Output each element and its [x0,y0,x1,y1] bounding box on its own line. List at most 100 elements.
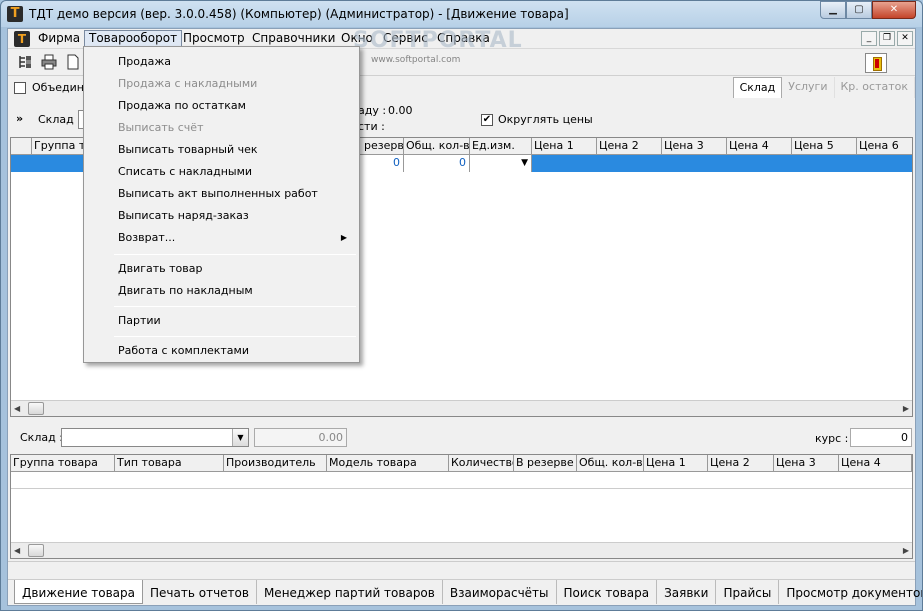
column-header[interactable]: В резерве [514,455,577,472]
tab-kr-ostatok[interactable]: Кр. остаток [835,77,915,98]
tab-sklad[interactable]: Склад [732,77,783,98]
mdi-document-icon[interactable]: Т [14,31,30,47]
menu-item-vozvrat-label: Возврат... [118,231,176,244]
menu-separator [114,306,356,307]
lower-grid: Группа товара Тип товара Производитель М… [10,454,913,559]
rate-field[interactable]: 0 [850,428,912,447]
menu-firma[interactable]: Фирма [34,30,84,48]
tovarooborot-dropdown-menu: Продажа Продажа с накладными Продажа по … [83,46,360,363]
menu-item-prodazha-po-ostatkam[interactable]: Продажа по остаткам [86,95,357,117]
submenu-arrow-icon: ▶ [340,233,347,242]
column-header[interactable]: Ед.изм. [470,138,532,155]
app-logo-icon: Т [7,6,23,22]
right-tabs: Склад Услуги Кр. остаток [732,77,915,98]
menu-item-dvigat-tovar[interactable]: Двигать товар [86,258,357,280]
menu-separator [114,336,356,337]
ware-label: аду : [358,104,387,117]
bottom-tabs: Движение товара Печать отчетов Менеджер … [8,579,922,605]
column-header[interactable]: Цена 1 [644,455,708,472]
total-cell[interactable]: 0 [404,155,470,172]
tab-dvizhenie-tovara[interactable]: Движение товара [14,580,144,604]
menu-item-spisat[interactable]: Списать с накладными [86,161,357,183]
tab-zayavki[interactable]: Заявки [657,580,717,604]
column-header[interactable]: Цена 2 [597,138,662,155]
tree-icon[interactable] [16,54,34,72]
column-header[interactable]: Цена 4 [839,455,912,472]
tab-praysy[interactable]: Прайсы [716,580,780,604]
column-header[interactable]: Тип товара [115,455,224,472]
combine-checkbox[interactable] [14,82,26,94]
menu-item-vypisat-schet: Выписать счёт [118,121,204,134]
tab-menedzher-partiy[interactable]: Менеджер партий товаров [257,580,443,604]
lower-warehouse-combo[interactable]: ▼ [61,428,249,447]
scroll-left-icon[interactable]: ◀ [14,404,20,413]
mdi-restore-button[interactable]: ❐ [879,31,895,46]
lower-grid-header: Группа товара Тип товара Производитель М… [11,455,912,472]
column-header[interactable] [11,138,32,155]
scroll-right-icon[interactable]: ▶ [903,546,909,555]
printer-icon[interactable] [40,54,58,72]
expand-icon[interactable]: » [16,112,23,125]
tab-pechat-otchetov[interactable]: Печать отчетов [143,580,257,604]
upper-horizontal-scrollbar[interactable]: ◀ ▶ [11,400,912,416]
menu-spravka[interactable]: Справка [433,30,494,48]
amount-field[interactable]: 0.00 [254,428,347,447]
column-header[interactable]: Количество [449,455,514,472]
column-header[interactable]: Цена 5 [792,138,857,155]
menu-separator [114,254,356,255]
menu-item-prodazha-s-nakladnymi: Продажа с накладными [118,77,258,90]
rate-label: курс : [815,432,849,445]
column-header[interactable]: Цена 1 [532,138,597,155]
tab-vzaimoraschety[interactable]: Взаиморасчёты [443,580,557,604]
filter-warehouse-label: Склад : [38,113,81,126]
document-icon[interactable] [64,54,82,72]
app-window: Т ТДТ демо версия (вер. 3.0.0.458) (Комп… [0,0,923,611]
status-bar [8,561,915,578]
menu-item-dvigat-po-nakladnym[interactable]: Двигать по накладным [86,280,357,302]
menu-servis[interactable]: Сервис [379,30,432,48]
menu-item-prodazha[interactable]: Продажа [86,51,357,73]
mdi-minimize-button[interactable]: _ [861,31,877,46]
column-header[interactable]: Цена 6 [857,138,912,155]
cost-label: сти : [358,120,385,133]
menu-item-akt-rabot[interactable]: Выписать акт выполненных работ [86,183,357,205]
title-bar[interactable]: Т ТДТ демо версия (вер. 3.0.0.458) (Комп… [1,1,922,28]
tab-uslugi[interactable]: Услуги [782,77,835,98]
column-header[interactable]: Общ. кол-во [404,138,470,155]
column-header[interactable]: Цена 4 [727,138,792,155]
tab-poisk-tovara[interactable]: Поиск товара [557,580,658,604]
exit-door-icon[interactable] [865,53,887,73]
minimize-button[interactable]: ▁ [820,1,846,19]
scroll-right-icon[interactable]: ▶ [903,404,909,413]
maximize-button[interactable]: ▢ [846,1,872,19]
scroll-thumb[interactable] [28,544,44,557]
column-header[interactable]: Производитель [224,455,327,472]
column-header[interactable]: Цена 3 [662,138,727,155]
ware-value: 0.00 [388,104,413,117]
mdi-close-button[interactable]: ✕ [897,31,913,46]
menu-item-naryad-zakaz[interactable]: Выписать наряд-заказ [86,205,357,227]
window-title: ТДТ демо версия (вер. 3.0.0.458) (Компью… [29,7,569,21]
column-header[interactable]: Модель товара [327,455,449,472]
menu-item-vozvrat[interactable]: Возврат... ▶ [86,227,357,249]
mdi-controls: _ ❐ ✕ [861,31,913,46]
menu-item-partii[interactable]: Партии [86,310,357,332]
close-button[interactable]: ✕ [872,1,916,19]
lower-horizontal-scrollbar[interactable]: ◀ ▶ [11,542,912,558]
column-header[interactable]: Цена 2 [708,455,774,472]
round-prices-label: Округлять цены [498,113,593,126]
scroll-left-icon[interactable]: ◀ [14,546,20,555]
lower-warehouse-label: Склад : [20,431,63,444]
chevron-down-icon[interactable]: ▼ [232,429,248,446]
round-prices-checkbox[interactable]: ✔ [481,114,493,126]
menu-item-tovarnyy-chek[interactable]: Выписать товарный чек [86,139,357,161]
column-header[interactable]: Группа товара [11,455,115,472]
scroll-thumb[interactable] [28,402,44,415]
column-header[interactable]: Цена 3 [774,455,839,472]
unit-dropdown-icon[interactable]: ▼ [470,155,532,172]
tab-prosmotr-dokumentov[interactable]: Просмотр документов [779,580,922,604]
window-controls: ▁ ▢ ✕ [820,1,916,20]
table-row[interactable] [11,472,912,489]
column-header[interactable]: Общ. кол-во [577,455,644,472]
menu-item-komplekty[interactable]: Работа с комплектами [86,340,357,362]
